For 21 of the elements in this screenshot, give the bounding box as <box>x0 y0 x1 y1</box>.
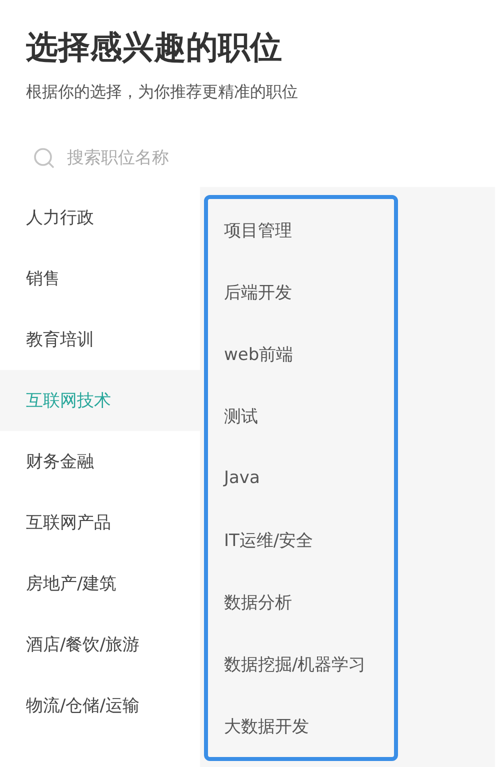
position-item[interactable]: 大数据开发 <box>208 695 394 757</box>
position-item[interactable]: web前端 <box>208 323 394 385</box>
category-item[interactable]: 物流/仓储/运输 <box>0 675 200 736</box>
search-field[interactable]: 搜索职位名称 <box>67 148 317 168</box>
position-item[interactable]: 测试 <box>208 385 394 447</box>
position-item[interactable]: 后端开发 <box>208 261 394 323</box>
category-item[interactable]: 销售 <box>0 248 200 309</box>
position-item[interactable]: Java <box>208 447 394 509</box>
position-item[interactable]: 数据挖掘/机器学习 <box>208 633 394 695</box>
category-item[interactable]: 教育培训 <box>0 309 200 370</box>
position-item[interactable]: 项目管理 <box>208 199 394 261</box>
position-item[interactable]: IT运维/安全 <box>208 509 394 571</box>
category-item[interactable]: 互联网产品 <box>0 492 200 553</box>
category-item[interactable]: 财务金融 <box>0 431 200 492</box>
page-subtitle: 根据你的选择，为你推荐更精准的职位 <box>26 82 299 103</box>
search-icon <box>33 147 55 169</box>
category-item[interactable]: 房地产/建筑 <box>0 553 200 614</box>
page-title: 选择感兴趣的职位 <box>26 27 283 68</box>
position-item[interactable]: 数据分析 <box>208 571 394 633</box>
category-item[interactable]: 酒店/餐饮/旅游 <box>0 614 200 675</box>
category-item[interactable]: 人力行政 <box>0 187 200 248</box>
